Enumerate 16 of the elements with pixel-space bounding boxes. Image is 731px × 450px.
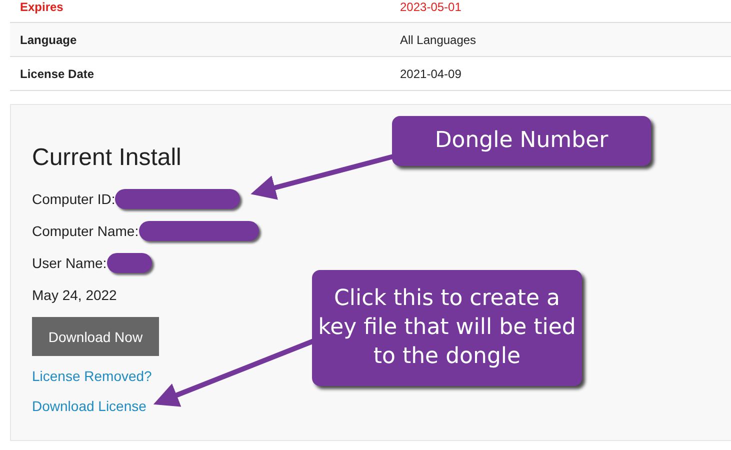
callout-note: Dongle Number bbox=[392, 116, 651, 166]
install-date: May 24, 2022 bbox=[32, 287, 117, 303]
row-value: 2021-04-09 bbox=[400, 66, 462, 80]
callout-note: Click this to create a key file that will be tied to the dongle bbox=[312, 270, 582, 386]
row-value: 2023-05-01 bbox=[400, 0, 462, 14]
row-label: License Date bbox=[19, 66, 96, 80]
row-label: Language bbox=[19, 32, 78, 46]
row-value: All Languages bbox=[400, 32, 476, 46]
field-label: Computer ID: bbox=[32, 191, 116, 207]
field-label: User Name: bbox=[32, 255, 107, 271]
download-button[interactable]: Download Now bbox=[32, 317, 159, 356]
link[interactable]: Download License bbox=[32, 398, 146, 414]
link[interactable]: License Removed? bbox=[32, 368, 152, 384]
section-title: Current Install bbox=[32, 143, 182, 173]
row-label: Expires bbox=[19, 0, 64, 14]
field-label: Computer Name: bbox=[32, 223, 139, 239]
